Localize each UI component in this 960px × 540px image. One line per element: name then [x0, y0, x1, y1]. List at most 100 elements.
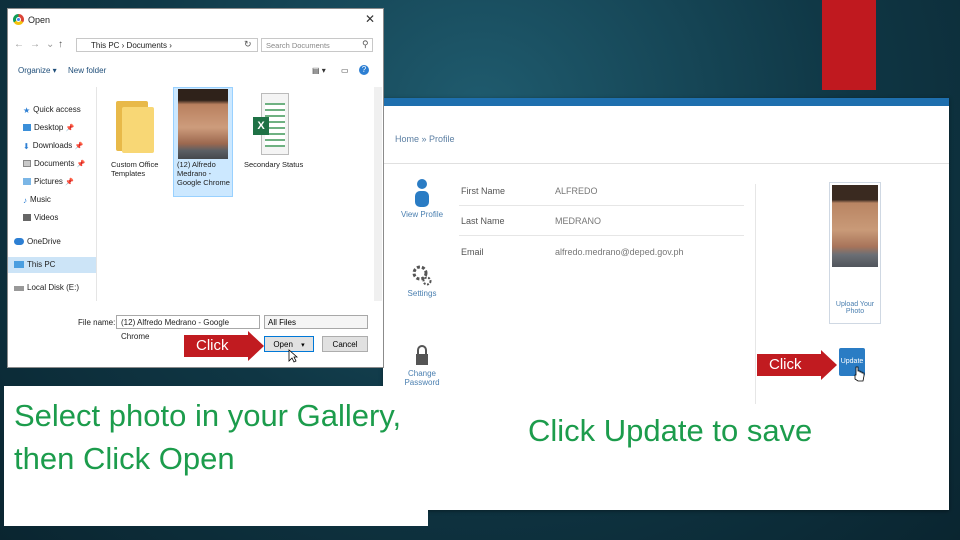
nav-item-label: Pictures: [34, 177, 63, 186]
gear-icon: [412, 265, 432, 286]
forward-icon[interactable]: →: [30, 39, 40, 50]
preview-pane-icon[interactable]: ▭: [341, 66, 349, 75]
nav-item-label: This PC: [27, 260, 56, 269]
hand-cursor-icon: [854, 366, 865, 382]
music-icon: ♪: [23, 196, 27, 205]
pin-icon: 📌: [76, 161, 86, 168]
click-callout-update: Click: [757, 350, 837, 380]
nav-item-music[interactable]: ♪ Music: [23, 195, 51, 205]
nav-item-label: Quick access: [33, 105, 81, 114]
arrow-head: [821, 350, 837, 380]
sidebar-item-settings[interactable]: Settings: [397, 263, 447, 298]
excel-badge: X: [253, 117, 269, 135]
back-icon[interactable]: ←: [14, 39, 24, 50]
nav-item-pictures[interactable]: Pictures 📌: [23, 177, 74, 186]
dialog-title: Open: [28, 15, 51, 25]
first-name-label: First Name: [461, 186, 506, 196]
last-name-value: MEDRANO: [555, 216, 602, 226]
decorative-red-tab: [822, 0, 876, 90]
chevron-down-icon: ▾: [301, 342, 305, 349]
close-icon[interactable]: ✕: [365, 12, 375, 26]
file-item-secondary-status[interactable]: Secondary Status: [244, 160, 306, 169]
file-item-custom-office-templates[interactable]: Custom Office Templates: [111, 160, 173, 178]
cancel-button[interactable]: Cancel: [322, 336, 368, 352]
nav-item-label: OneDrive: [27, 237, 61, 246]
nav-item-documents[interactable]: Documents 📌: [23, 159, 85, 168]
folder-front: [122, 107, 154, 153]
upload-photo-link[interactable]: Upload Your Photo: [830, 301, 880, 315]
lock-icon: [416, 345, 428, 365]
star-icon: ★: [23, 106, 31, 115]
sidebar-item-view-profile[interactable]: View Profile: [397, 178, 447, 219]
photo-thumbnail[interactable]: [178, 89, 228, 159]
divider: [459, 235, 744, 236]
navigation-pane: ★ Quick access Desktop 📌 ⬇ Downloads 📌 Doc…: [8, 87, 97, 301]
nav-item-label: Desktop: [34, 123, 64, 132]
onedrive-icon: [14, 238, 24, 245]
help-icon[interactable]: ?: [359, 65, 369, 75]
nav-item-label: Music: [30, 195, 51, 204]
sidebar-item-label: Settings: [407, 289, 437, 298]
disk-icon: [14, 286, 24, 291]
callout-label: Click: [184, 335, 250, 357]
search-input[interactable]: Search Documents: [261, 38, 373, 52]
open-file-dialog: Open ✕ ← → ⌄ ↑ This PC › Documents › ↻ S…: [7, 8, 384, 368]
computer-icon: [14, 261, 24, 268]
breadcrumb[interactable]: Home » Profile: [395, 134, 455, 144]
nav-item-quick-access[interactable]: ★ Quick access: [23, 105, 81, 115]
address-bar[interactable]: This PC › Documents ›: [76, 38, 258, 52]
videos-icon: [23, 214, 31, 221]
email-value: alfredo.medrano@deped.gov.ph: [555, 247, 684, 257]
up-icon[interactable]: ↑: [58, 39, 63, 50]
nav-item-downloads[interactable]: ⬇ Downloads 📌: [23, 141, 84, 151]
scrollbar[interactable]: [374, 87, 382, 301]
new-folder-button[interactable]: New folder: [68, 66, 106, 75]
chrome-icon: [13, 14, 24, 25]
divider: [459, 205, 744, 206]
file-name-input[interactable]: (12) Alfredo Medrano - Google Chrome: [116, 315, 260, 341]
callout-label: Click: [757, 354, 823, 376]
last-name-label: Last Name: [461, 216, 505, 226]
sidebar-item-label: Change Password: [404, 369, 440, 387]
arrow-head: [248, 331, 264, 361]
organize-button[interactable]: Organize ▾: [18, 66, 57, 75]
refresh-icon[interactable]: ↻: [244, 39, 252, 50]
open-button-label: Open: [273, 340, 293, 349]
chevron-down-icon[interactable]: ⌄: [46, 39, 54, 50]
nav-item-label: Videos: [34, 213, 59, 222]
excel-icon[interactable]: X: [253, 93, 289, 155]
email-label: Email: [461, 247, 484, 257]
profile-top-bar: [383, 98, 949, 106]
search-icon: ⚲: [362, 39, 369, 49]
download-icon: ⬇: [23, 142, 30, 151]
profile-photo: [832, 185, 878, 267]
nav-item-local-disk[interactable]: Local Disk (E:): [14, 283, 79, 292]
documents-icon: [23, 160, 31, 167]
nav-item-label: Local Disk (E:): [27, 283, 80, 292]
pin-icon: 📌: [65, 179, 74, 186]
nav-item-onedrive[interactable]: OneDrive: [14, 237, 61, 246]
nav-item-label: Downloads: [32, 141, 73, 150]
sidebar-item-change-password[interactable]: Change Password: [397, 343, 447, 387]
mouse-cursor-icon: [288, 349, 298, 363]
nav-item-this-pc[interactable]: This PC: [14, 260, 55, 269]
user-icon: [415, 179, 429, 207]
caption-right: Click Update to save: [528, 413, 813, 448]
view-options-icon[interactable]: ▤ ▾: [312, 66, 326, 75]
divider: [383, 163, 949, 164]
pin-icon: 📌: [65, 125, 75, 132]
nav-item-desktop[interactable]: Desktop 📌: [23, 123, 74, 132]
nav-item-label: Documents: [34, 159, 75, 168]
nav-item-videos[interactable]: Videos: [23, 213, 58, 222]
pin-icon: 📌: [74, 143, 84, 150]
sidebar-item-label: View Profile: [400, 210, 444, 219]
file-type-select[interactable]: All Files: [264, 315, 368, 329]
pictures-icon: [23, 178, 31, 185]
desktop-icon: [23, 124, 31, 131]
folder-icon[interactable]: [116, 97, 154, 153]
click-callout-open: Click: [184, 331, 264, 361]
file-item-photo[interactable]: (12) Alfredo Medrano - Google Chrome: [177, 160, 231, 187]
caption-left: Select photo in your Gallery, then Click…: [14, 398, 402, 476]
profile-photo-card[interactable]: Upload Your Photo: [829, 182, 881, 324]
file-name-label: File name:: [78, 318, 116, 327]
